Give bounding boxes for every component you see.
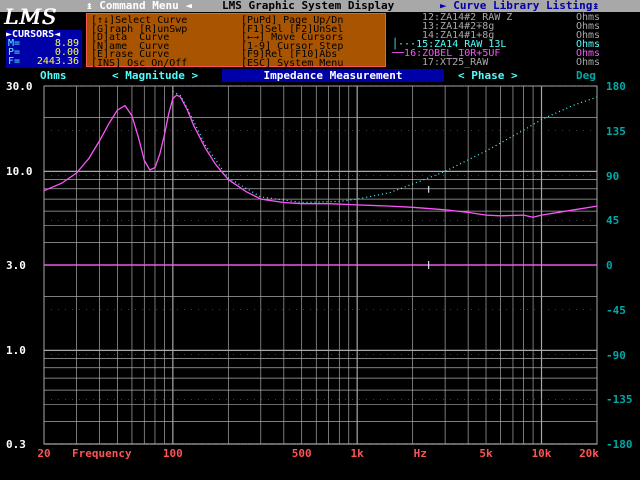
y2-tick-label: 0 bbox=[606, 259, 613, 272]
x-tick-label: Hz bbox=[413, 447, 427, 460]
y2-tick-label: -90 bbox=[606, 348, 626, 362]
x-axis-label: Frequency bbox=[72, 447, 132, 460]
x-tick-label: 1k bbox=[350, 447, 364, 460]
y2-tick-label: 180 bbox=[606, 80, 626, 93]
x-tick-label: 20 bbox=[37, 447, 51, 460]
x-tick-label: 500 bbox=[291, 447, 312, 460]
y2-tick-label: -180 bbox=[606, 438, 633, 451]
x-tick-label: 20k bbox=[579, 447, 599, 460]
y-tick-label: 30.0 bbox=[6, 80, 33, 93]
y-tick-label: 10.0 bbox=[6, 165, 33, 179]
y2-tick-label: -45 bbox=[606, 303, 626, 317]
x-tick-label: 100 bbox=[162, 447, 183, 460]
y-tick-label: 0.3 bbox=[6, 438, 26, 451]
y-tick-label: 1.0 bbox=[6, 344, 26, 358]
x-tick-label: 10k bbox=[531, 447, 552, 460]
y2-tick-label: -135 bbox=[606, 393, 633, 407]
y2-tick-label: 90 bbox=[606, 169, 620, 183]
y-tick-label: 3.0 bbox=[6, 259, 26, 272]
y2-tick-label: 135 bbox=[606, 124, 626, 138]
y2-tick-label: 45 bbox=[606, 214, 620, 228]
impedance-plot[interactable] bbox=[0, 0, 640, 480]
x-tick-label: 5k bbox=[479, 447, 493, 460]
